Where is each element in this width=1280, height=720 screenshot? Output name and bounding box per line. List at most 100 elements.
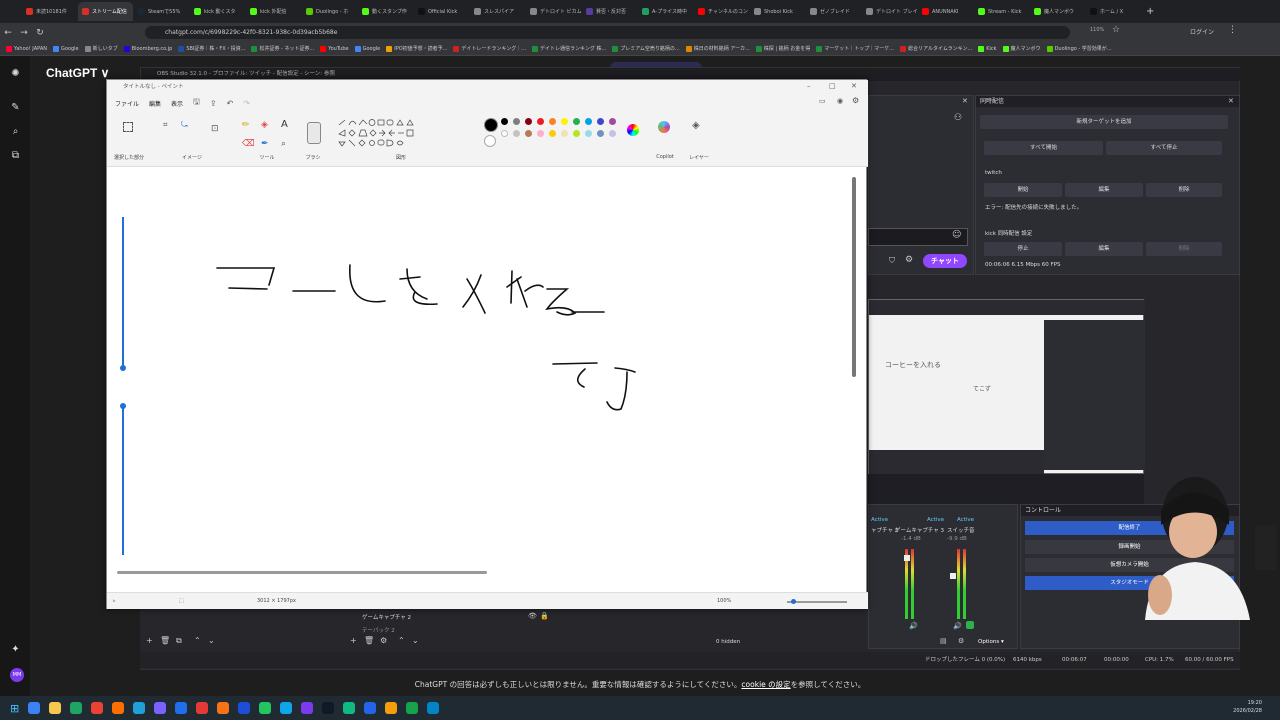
palette-swatch[interactable]: [609, 130, 616, 137]
menu-kebab-icon[interactable]: ⋮: [1228, 25, 1237, 35]
back-icon[interactable]: ←: [0, 28, 16, 38]
palette-swatch[interactable]: [549, 130, 556, 137]
sparkle-icon[interactable]: ✦: [10, 644, 21, 655]
layers-icon[interactable]: ◈: [692, 120, 700, 131]
move-down-icon[interactable]: ⌄: [412, 636, 419, 645]
palette-swatch[interactable]: [573, 118, 580, 125]
browser-tab[interactable]: Duolingo - ホ: [302, 2, 357, 21]
minimize-icon[interactable]: –: [807, 82, 811, 90]
browser-tab[interactable]: kick 外配信: [246, 2, 301, 21]
palette-swatch[interactable]: [609, 118, 616, 125]
taskbar-app-icon[interactable]: [196, 702, 209, 714]
browser-tab[interactable]: デトロイト ビカム: [526, 2, 581, 21]
delete-source-icon[interactable]: 🗑: [364, 636, 374, 645]
menu-view[interactable]: 表示: [171, 99, 183, 108]
shapes-icon[interactable]: [337, 118, 415, 148]
menu-file[interactable]: ファイル: [115, 99, 139, 108]
fill-icon[interactable]: ◈: [261, 120, 268, 130]
bookmark-item[interactable]: プレミアム空売り銘柄の...: [612, 45, 680, 52]
taskbar-app-icon[interactable]: [364, 702, 377, 714]
palette-swatch[interactable]: [573, 130, 580, 137]
reload-icon[interactable]: ↻: [32, 28, 48, 38]
size-slider-thumb[interactable]: [120, 365, 126, 371]
save-icon[interactable]: 🖫: [193, 96, 200, 110]
options-dropdown[interactable]: Options ▾: [978, 639, 1004, 645]
lock-icon[interactable]: 🔒: [540, 612, 549, 620]
palette-swatch[interactable]: [561, 118, 568, 125]
source-item[interactable]: ゲームキャプチャ 2: [362, 613, 411, 621]
login-button[interactable]: ログイン: [1190, 27, 1214, 36]
bookmark-item[interactable]: Yahoo! JAPAN: [6, 45, 47, 52]
opacity-slider-thumb[interactable]: [120, 403, 126, 409]
browser-tab[interactable]: Steamで55%: [134, 2, 189, 21]
browser-tab[interactable]: 魔人マンボウ: [1030, 2, 1085, 21]
openai-logo-icon[interactable]: ✺: [10, 68, 21, 79]
palette-swatch[interactable]: [525, 130, 532, 137]
volume-fader[interactable]: [904, 555, 910, 561]
magnifier-icon[interactable]: ⌕: [281, 139, 286, 149]
taskbar-app-icon[interactable]: [49, 702, 62, 714]
bookmark-item[interactable]: Bloomberg.co.jp: [123, 45, 172, 52]
browser-tab[interactable]: Stream - Kick: [974, 2, 1029, 21]
taskbar-app-icon[interactable]: [91, 702, 104, 714]
taskbar-app-icon[interactable]: [301, 702, 314, 714]
library-icon[interactable]: ⧉: [10, 150, 21, 161]
secondary-color[interactable]: [484, 135, 496, 147]
taskbar-app-icon[interactable]: [259, 702, 272, 714]
shield-icon[interactable]: ⛉: [889, 256, 895, 266]
gear-icon[interactable]: ⚙: [958, 637, 964, 645]
taskbar-app-icon[interactable]: [175, 702, 188, 714]
palette-swatch[interactable]: [585, 118, 592, 125]
twitch-start-button[interactable]: 開始: [984, 183, 1062, 197]
new-tab-button[interactable]: +: [1146, 6, 1154, 17]
search-icon[interactable]: ⌕: [10, 126, 21, 137]
menu-edit[interactable]: 編集: [149, 99, 161, 108]
bookmark-item[interactable]: 株探 | 銘柄 お金を得: [755, 45, 810, 52]
maximize-icon[interactable]: □: [829, 82, 836, 90]
bookmark-item[interactable]: 株日の材料銘柄 アーカ...: [685, 45, 750, 52]
bookmark-item[interactable]: デイトレードランキング｜...: [453, 45, 526, 52]
address-bar[interactable]: chatgpt.com/c/6998229c-42f0-8321-938c-0d…: [145, 26, 1070, 39]
comment-icon[interactable]: ▭: [819, 97, 826, 105]
browser-tab[interactable]: スレスパイア: [470, 2, 525, 21]
close-dock-icon[interactable]: ✕: [1228, 97, 1234, 105]
palette-swatch[interactable]: [537, 130, 544, 137]
palette-swatch[interactable]: [585, 130, 592, 137]
system-clock[interactable]: 19:20 2026/02/28: [1233, 699, 1262, 715]
color-wheel-icon[interactable]: [627, 124, 639, 136]
taskbar-app-icon[interactable]: [343, 702, 356, 714]
windows-start-icon[interactable]: ⊞: [10, 702, 19, 715]
new-chat-icon[interactable]: ✎: [10, 102, 21, 113]
palette-swatch[interactable]: [561, 130, 568, 137]
source-settings-icon[interactable]: ⚙: [380, 636, 387, 645]
rotate-icon[interactable]: ⤿: [181, 120, 188, 130]
forward-icon[interactable]: →: [16, 28, 32, 38]
twitch-edit-button[interactable]: 編集: [1065, 183, 1143, 197]
zoom-level[interactable]: 100%: [717, 593, 731, 610]
active-color[interactable]: [484, 118, 498, 132]
vertical-scrollbar[interactable]: [852, 177, 856, 377]
zoom-indicator[interactable]: 110%: [1090, 27, 1104, 33]
star-icon[interactable]: ☆: [1112, 25, 1120, 35]
user-settings-icon[interactable]: ⚇: [954, 113, 962, 123]
palette-swatch[interactable]: [513, 130, 520, 137]
paint-canvas[interactable]: [107, 167, 863, 585]
taskbar-app-icon[interactable]: [154, 702, 167, 714]
close-dock-icon[interactable]: ✕: [962, 97, 968, 105]
select-tool-icon[interactable]: [123, 122, 133, 132]
add-scene-icon[interactable]: +: [146, 636, 153, 645]
add-source-icon[interactable]: +: [350, 636, 357, 645]
taskbar-app-icon[interactable]: [217, 702, 230, 714]
palette-swatch[interactable]: [549, 118, 556, 125]
browser-tab[interactable]: A-プライス時中: [638, 2, 693, 21]
volume-fader[interactable]: [950, 573, 956, 579]
browser-tab[interactable]: ゼノブレイド: [806, 2, 861, 21]
cookie-settings-link[interactable]: cookie の設定: [741, 680, 790, 689]
delete-scene-icon[interactable]: 🗑: [160, 636, 170, 645]
taskbar-app-icon[interactable]: [385, 702, 398, 714]
palette-swatch[interactable]: [597, 130, 604, 137]
copilot-icon[interactable]: [658, 121, 670, 133]
bookmark-item[interactable]: デイトレ通信ランキング 株...: [532, 45, 606, 52]
bookmark-item[interactable]: SBI証券｜株・FX・投資...: [178, 45, 245, 52]
move-up-icon[interactable]: ⌃: [398, 636, 405, 645]
